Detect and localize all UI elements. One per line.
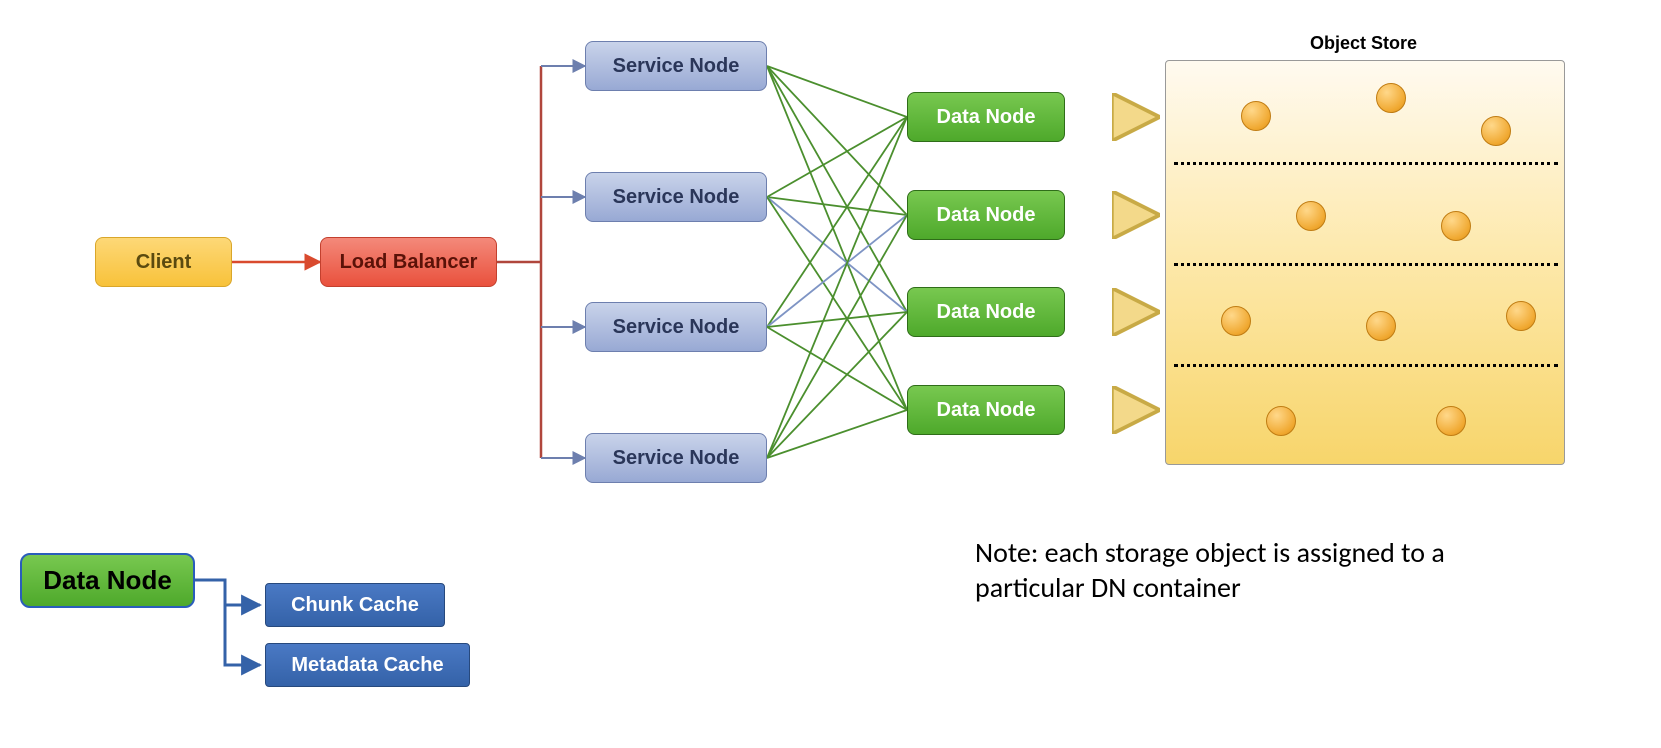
service-node-2: Service Node [585,172,767,222]
storage-object-icon [1221,306,1251,336]
store-divider [1174,162,1558,165]
service-node-1: Service Node [585,41,767,91]
service-node-3: Service Node [585,302,767,352]
object-store [1165,60,1565,465]
storage-object-icon [1296,201,1326,231]
service-node-4: Service Node [585,433,767,483]
data-node-2: Data Node [907,190,1065,240]
store-divider [1174,263,1558,266]
object-store-title: Object Store [1310,33,1417,54]
chunk-cache-box: Chunk Cache [265,583,445,627]
data-node-3: Data Node [907,287,1065,337]
storage-object-icon [1366,311,1396,341]
note-text: Note: each storage object is assigned to… [975,535,1445,605]
storage-object-icon [1241,101,1271,131]
storage-object-icon [1506,301,1536,331]
data-node-4: Data Node [907,385,1065,435]
store-divider [1174,364,1558,367]
client-node: Client [95,237,232,287]
legend-data-node: Data Node [20,553,195,608]
metadata-cache-box: Metadata Cache [265,643,470,687]
storage-object-icon [1436,406,1466,436]
data-node-1: Data Node [907,92,1065,142]
storage-object-icon [1481,116,1511,146]
load-balancer-node: Load Balancer [320,237,497,287]
storage-object-icon [1441,211,1471,241]
storage-object-icon [1266,406,1296,436]
storage-object-icon [1376,83,1406,113]
